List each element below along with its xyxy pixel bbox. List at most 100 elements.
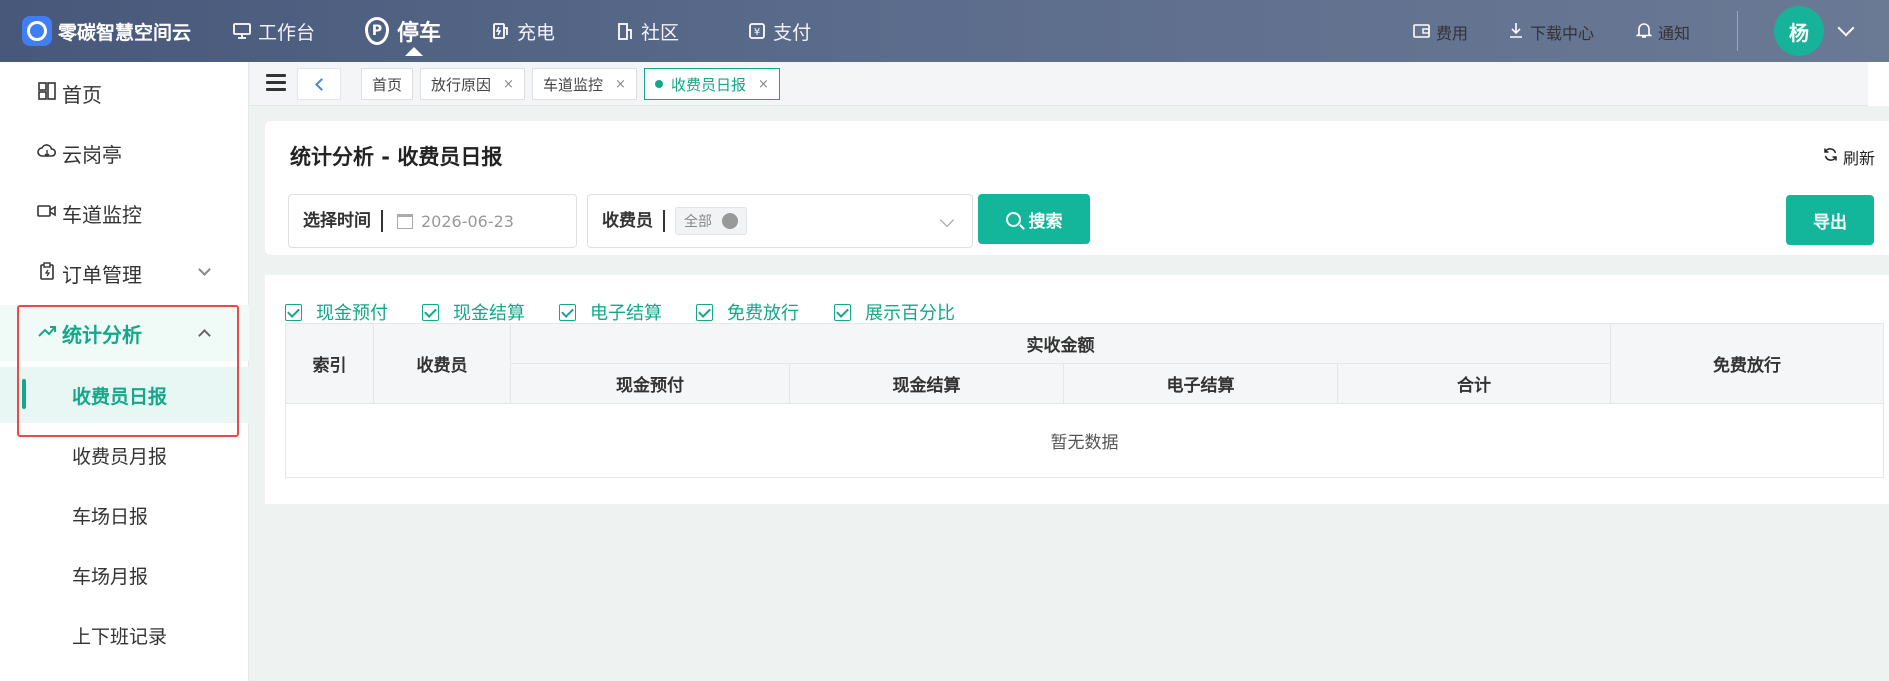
sidebar-item-label: 统计分析 bbox=[62, 322, 142, 347]
checkbox-checked-icon bbox=[696, 303, 713, 321]
order-icon bbox=[36, 261, 58, 285]
sidebar-item-label: 车场月报 bbox=[72, 565, 149, 588]
column-header-electronic-settle[interactable]: 电子结算 bbox=[1063, 363, 1338, 404]
checkbox-checked-icon bbox=[422, 303, 439, 321]
tab-collector-daily[interactable]: 收费员日报 × bbox=[644, 68, 780, 100]
collector-label: 收费员 bbox=[588, 210, 665, 232]
search-icon bbox=[1005, 211, 1021, 227]
nav-label: 停车 bbox=[397, 21, 442, 46]
checkbox-cash-settle[interactable]: 现金结算 bbox=[422, 299, 525, 325]
export-label: 导出 bbox=[1813, 212, 1847, 233]
column-header-collector[interactable]: 收费员 bbox=[373, 323, 511, 404]
sidebar-item-label: 订单管理 bbox=[62, 262, 142, 287]
close-icon[interactable]: × bbox=[615, 77, 626, 92]
sidebar-item-label: 收费员日报 bbox=[72, 385, 168, 408]
avatar[interactable]: 杨 bbox=[1774, 6, 1824, 56]
sidebar-item-statistics[interactable]: 统计分析 bbox=[0, 305, 249, 361]
column-header-cash-prepay[interactable]: 现金预付 bbox=[510, 363, 790, 404]
sidebar: 首页 云岗亭 车道监控 订单管理 统计分析 收费员日报 收费员月报 车场日报 车… bbox=[0, 62, 249, 681]
nav-label: 支付 bbox=[773, 21, 812, 44]
column-header-index[interactable]: 索引 bbox=[285, 323, 374, 404]
report-card: 现金预付 现金结算 电子结算 免费放行 展示百分比 索引 收费员 实收金额 免费… bbox=[265, 275, 1889, 504]
cloud-icon bbox=[36, 143, 58, 164]
export-button[interactable]: 导出 bbox=[1786, 195, 1874, 245]
sidebar-item-lane-monitor[interactable]: 车道监控 bbox=[0, 185, 249, 241]
checkbox-label: 现金预付 bbox=[316, 303, 388, 324]
date-picker[interactable]: 选择时间 2026-06-23 bbox=[288, 194, 577, 248]
sidebar-item-label: 首页 bbox=[62, 82, 102, 107]
refresh-icon bbox=[1823, 147, 1838, 167]
sidebar-item-collector-monthly[interactable]: 收费员月报 bbox=[0, 427, 249, 483]
sidebar-item-lot-monthly[interactable]: 车场月报 bbox=[0, 547, 249, 603]
chevron-down-icon[interactable] bbox=[1837, 19, 1855, 37]
checkbox-free-release[interactable]: 免费放行 bbox=[696, 299, 799, 325]
chip-close-icon[interactable] bbox=[722, 213, 738, 229]
empty-state: 暂无数据 bbox=[285, 403, 1884, 478]
nav-item-workbench[interactable]: 工作台 bbox=[232, 0, 315, 62]
page-title: 统计分析 - 收费员日报 bbox=[290, 145, 503, 169]
checkbox-cash-prepay[interactable]: 现金预付 bbox=[285, 299, 388, 325]
tab-release-reason[interactable]: 放行原因 × bbox=[420, 68, 525, 100]
notifications-label: 通知 bbox=[1658, 24, 1691, 43]
checkbox-electronic-settle[interactable]: 电子结算 bbox=[559, 299, 662, 325]
chevron-down-icon[interactable] bbox=[939, 212, 955, 228]
dashboard-icon bbox=[36, 81, 58, 105]
search-button[interactable]: 搜索 bbox=[978, 194, 1090, 244]
collector-chip[interactable]: 全部 bbox=[675, 207, 747, 235]
tab-lane-monitor[interactable]: 车道监控 × bbox=[532, 68, 637, 100]
calendar-icon bbox=[397, 213, 413, 229]
close-icon[interactable]: × bbox=[503, 77, 514, 92]
sidebar-item-label: 收费员月报 bbox=[72, 445, 168, 468]
date-label: 选择时间 bbox=[289, 210, 383, 232]
checkbox-show-percent[interactable]: 展示百分比 bbox=[834, 299, 955, 325]
tab-home[interactable]: 首页 bbox=[361, 68, 414, 100]
checkbox-label: 展示百分比 bbox=[865, 303, 955, 324]
sidebar-item-cloud-booth[interactable]: 云岗亭 bbox=[0, 125, 249, 181]
fees-button[interactable]: 费用 bbox=[1413, 20, 1468, 44]
notifications-button[interactable]: 通知 bbox=[1635, 20, 1691, 44]
nav-label: 工作台 bbox=[258, 21, 316, 44]
column-header-free-release[interactable]: 免费放行 bbox=[1610, 323, 1884, 404]
column-group-received-amount: 实收金额 bbox=[510, 323, 1611, 364]
active-dot-icon bbox=[655, 80, 663, 88]
column-header-cash-settle[interactable]: 现金结算 bbox=[789, 363, 1064, 404]
checkbox-checked-icon bbox=[834, 303, 851, 321]
collector-select[interactable]: 收费员 全部 bbox=[587, 194, 973, 248]
chevron-up-icon bbox=[198, 329, 211, 342]
nav-item-community[interactable]: 社区 bbox=[615, 0, 679, 62]
monitor-icon bbox=[232, 21, 252, 41]
filter-card: 统计分析 - 收费员日报 刷新 选择时间 2026-06-23 收费员 全部 搜… bbox=[265, 121, 1889, 255]
back-button[interactable] bbox=[297, 68, 341, 100]
checkbox-checked-icon bbox=[559, 303, 576, 321]
payment-icon: ¥ bbox=[747, 21, 767, 41]
nav-label: 充电 bbox=[517, 21, 556, 44]
sidebar-item-label: 车道监控 bbox=[62, 202, 142, 227]
column-header-total[interactable]: 合计 bbox=[1337, 363, 1611, 404]
close-icon[interactable]: × bbox=[758, 77, 769, 92]
refresh-label: 刷新 bbox=[1842, 149, 1875, 168]
sidebar-item-home[interactable]: 首页 bbox=[0, 65, 249, 121]
tab-label: 放行原因 bbox=[431, 75, 492, 94]
nav-item-payment[interactable]: ¥ 支付 bbox=[747, 0, 811, 62]
tabs-bar: 首页 放行原因 × 车道监控 × 收费员日报 × bbox=[250, 62, 1870, 106]
sidebar-item-orders[interactable]: 订单管理 bbox=[0, 245, 249, 301]
chip-label: 全部 bbox=[684, 214, 712, 230]
sidebar-item-collector-daily[interactable]: 收费员日报 bbox=[0, 367, 249, 423]
sidebar-item-shift-records[interactable]: 上下班记录 bbox=[0, 607, 249, 663]
refresh-button[interactable]: 刷新 bbox=[1823, 145, 1875, 169]
top-navigation-bar: 零碳智慧空间云 工作台 P 停车 充电 社区 ¥ 支付 费用 下载中心 通知 杨 bbox=[0, 0, 1889, 62]
wallet-icon bbox=[1413, 23, 1430, 42]
date-value[interactable]: 2026-06-23 bbox=[397, 212, 514, 231]
header-divider bbox=[1737, 11, 1738, 51]
nav-item-parking[interactable]: P 停车 bbox=[365, 0, 441, 62]
download-center-button[interactable]: 下载中心 bbox=[1508, 20, 1594, 44]
sidebar-item-label: 云岗亭 bbox=[62, 142, 122, 167]
menu-toggle-icon[interactable] bbox=[266, 74, 286, 92]
svg-text:¥: ¥ bbox=[754, 27, 760, 38]
sidebar-item-lot-daily[interactable]: 车场日报 bbox=[0, 487, 249, 543]
app-logo[interactable]: 零碳智慧空间云 bbox=[22, 15, 191, 47]
checkbox-label: 电子结算 bbox=[590, 303, 662, 324]
download-icon bbox=[1508, 22, 1524, 42]
sidebar-item-label: 车场日报 bbox=[72, 505, 149, 528]
nav-item-charging[interactable]: 充电 bbox=[491, 0, 555, 62]
